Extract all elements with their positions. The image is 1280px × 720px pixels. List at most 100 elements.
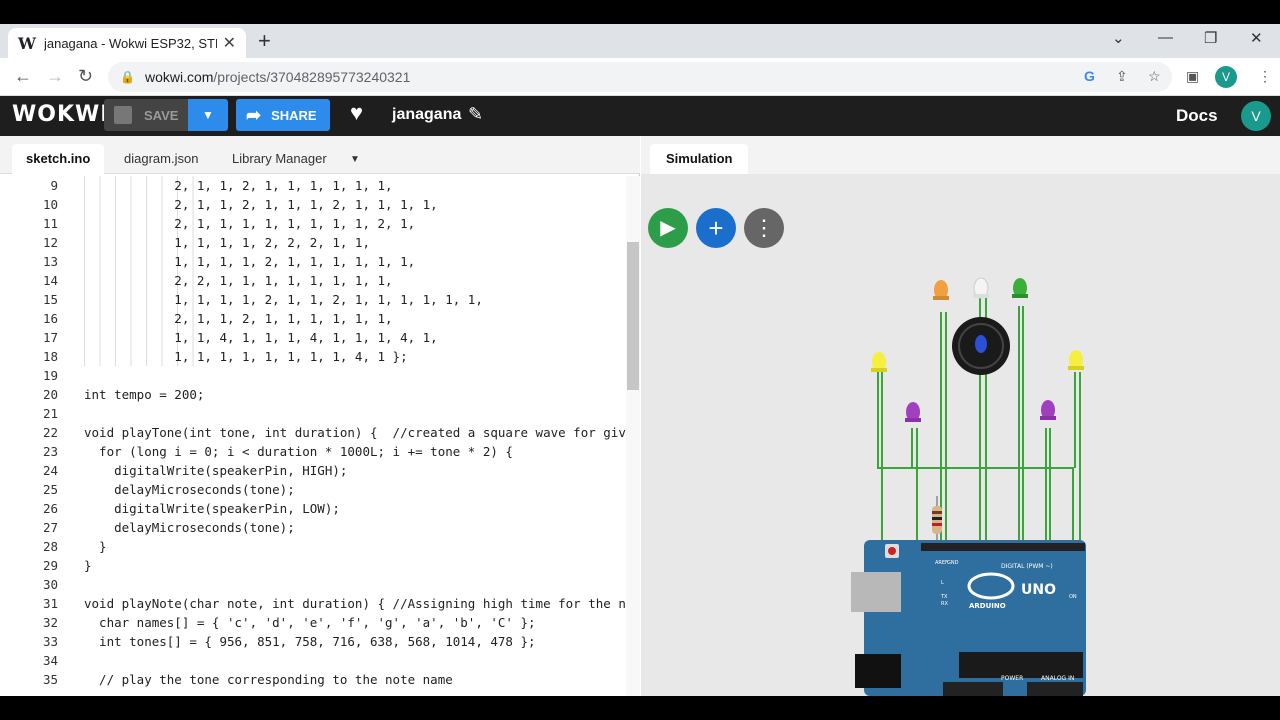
code-text[interactable]: int tempo = 200; bbox=[84, 385, 204, 404]
browser-tab[interactable]: W janagana - Wokwi ESP32, STM32 ✕ bbox=[8, 28, 246, 58]
code-text[interactable]: 2, 1, 1, 2, 1, 1, 1, 2, 1, 1, 1, 1, bbox=[84, 195, 437, 214]
url-bar[interactable]: 🔒 wokwi.com/projects/370482895773240321 bbox=[108, 62, 1172, 92]
code-line[interactable]: 15 1, 1, 1, 1, 2, 1, 1, 2, 1, 1, 1, 1, 1… bbox=[0, 290, 626, 309]
code-text[interactable]: 2, 1, 1, 2, 1, 1, 1, 1, 1, 1, bbox=[84, 176, 392, 195]
url-path: /projects/370482895773240321 bbox=[213, 69, 411, 85]
code-line[interactable]: 32 char names[] = { 'c', 'd', 'e', 'f', … bbox=[0, 613, 626, 632]
code-text[interactable]: 1, 1, 1, 1, 2, 2, 2, 1, 1, bbox=[84, 233, 370, 252]
line-number: 11 bbox=[42, 216, 58, 231]
share-page-icon[interactable]: ⇪ bbox=[1116, 68, 1128, 85]
minimize-icon[interactable]: — bbox=[1158, 29, 1173, 46]
code-line[interactable]: 18 1, 1, 1, 1, 1, 1, 1, 1, 4, 1 }; bbox=[0, 347, 626, 366]
google-icon[interactable]: G bbox=[1084, 68, 1095, 84]
code-text[interactable]: for (long i = 0; i < duration * 1000L; i… bbox=[84, 442, 513, 461]
code-line[interactable]: 25 delayMicroseconds(tone); bbox=[0, 480, 626, 499]
line-number: 15 bbox=[42, 292, 58, 307]
code-line[interactable]: 28 } bbox=[0, 537, 626, 556]
code-text[interactable]: void playTone(int tone, int duration) { … bbox=[84, 423, 626, 442]
code-line[interactable]: 23 for (long i = 0; i < duration * 1000L… bbox=[0, 442, 626, 461]
share-button[interactable]: ➦ SHARE bbox=[236, 99, 330, 131]
led-green[interactable] bbox=[1012, 278, 1028, 298]
code-text[interactable]: char names[] = { 'c', 'd', 'e', 'f', 'g'… bbox=[84, 613, 536, 632]
code-line[interactable]: 19 bbox=[0, 366, 626, 385]
code-line[interactable]: 27 delayMicroseconds(tone); bbox=[0, 518, 626, 537]
bookmark-star-icon[interactable]: ☆ bbox=[1148, 68, 1161, 85]
code-line[interactable]: 11 2, 1, 1, 1, 1, 1, 1, 1, 1, 2, 1, bbox=[0, 214, 626, 233]
code-text[interactable]: 2, 2, 1, 1, 1, 1, 1, 1, 1, 1, bbox=[84, 271, 392, 290]
restore-icon[interactable]: ❐ bbox=[1204, 29, 1217, 47]
led-orange[interactable] bbox=[933, 280, 949, 300]
close-window-icon[interactable]: ✕ bbox=[1250, 29, 1263, 47]
led-purple-right[interactable] bbox=[1040, 400, 1056, 420]
back-icon[interactable]: ← bbox=[14, 66, 32, 87]
code-line[interactable]: 9 2, 1, 1, 2, 1, 1, 1, 1, 1, 1, bbox=[0, 176, 626, 195]
browser-menu-icon[interactable]: ⋮ bbox=[1258, 68, 1272, 85]
code-text[interactable]: int tones[] = { 956, 851, 758, 716, 638,… bbox=[84, 632, 536, 651]
code-text[interactable]: void playNote(char note, int duration) {… bbox=[84, 594, 626, 613]
chevron-down-icon[interactable]: ▼ bbox=[350, 154, 360, 165]
close-tab-icon[interactable]: ✕ bbox=[223, 33, 236, 53]
line-number: 20 bbox=[42, 387, 58, 402]
code-text[interactable]: delayMicroseconds(tone); bbox=[84, 480, 295, 499]
led-purple-left[interactable] bbox=[905, 402, 921, 422]
code-line[interactable]: 24 digitalWrite(speakerPin, HIGH); bbox=[0, 461, 626, 480]
save-dropdown-button[interactable]: ▼ bbox=[188, 99, 228, 131]
code-text[interactable]: 2, 1, 1, 1, 1, 1, 1, 1, 1, 2, 1, bbox=[84, 214, 415, 233]
code-text[interactable]: 1, 1, 4, 1, 1, 1, 4, 1, 1, 1, 4, 1, bbox=[84, 328, 437, 347]
tab-library-manager[interactable]: Library Manager bbox=[218, 144, 341, 174]
code-line[interactable]: 12 1, 1, 1, 1, 2, 2, 2, 1, 1, bbox=[0, 233, 626, 252]
code-text[interactable]: 1, 1, 1, 1, 2, 1, 1, 1, 1, 1, 1, bbox=[84, 252, 415, 271]
code-line[interactable]: 30 bbox=[0, 575, 626, 594]
code-line[interactable]: 20 int tempo = 200; bbox=[0, 385, 626, 404]
tab-search-icon[interactable]: ⌄ bbox=[1112, 29, 1125, 47]
led-yellow-right[interactable] bbox=[1068, 350, 1084, 370]
code-editor[interactable]: 9 2, 1, 1, 2, 1, 1, 1, 1, 1, 1, 10 2, 1, … bbox=[0, 176, 626, 696]
line-number: 17 bbox=[42, 330, 58, 345]
editor-scrollbar-thumb[interactable] bbox=[627, 242, 639, 390]
code-line[interactable]: 31 void playNote(char note, int duration)… bbox=[0, 594, 626, 613]
new-tab-icon[interactable]: + bbox=[258, 28, 271, 54]
code-line[interactable]: 33 int tones[] = { 956, 851, 758, 716, 6… bbox=[0, 632, 626, 651]
led-blue[interactable] bbox=[975, 335, 987, 353]
heart-icon[interactable]: ♥ bbox=[350, 100, 363, 126]
code-text[interactable]: delayMicroseconds(tone); bbox=[84, 518, 295, 537]
tab-sketch-ino[interactable]: sketch.ino bbox=[12, 144, 105, 174]
user-avatar[interactable]: V bbox=[1241, 101, 1271, 131]
code-line[interactable]: 22 void playTone(int tone, int duration) … bbox=[0, 423, 626, 442]
code-line[interactable]: 14 2, 2, 1, 1, 1, 1, 1, 1, 1, 1, bbox=[0, 271, 626, 290]
code-line[interactable]: 34 bbox=[0, 651, 626, 670]
code-text[interactable]: digitalWrite(speakerPin, HIGH); bbox=[84, 461, 347, 480]
code-line[interactable]: 16 2, 1, 1, 2, 1, 1, 1, 1, 1, 1, bbox=[0, 309, 626, 328]
code-text[interactable]: 2, 1, 1, 2, 1, 1, 1, 1, 1, 1, bbox=[84, 309, 392, 328]
code-text[interactable]: 1, 1, 1, 1, 2, 1, 1, 2, 1, 1, 1, 1, 1, 1… bbox=[84, 290, 483, 309]
line-number: 32 bbox=[42, 615, 58, 630]
pencil-icon[interactable]: ✎ bbox=[468, 104, 483, 125]
wokwi-logo[interactable]: WOKWI bbox=[12, 102, 109, 127]
forward-icon[interactable]: → bbox=[46, 66, 64, 87]
code-text[interactable]: // play the tone corresponding to the no… bbox=[84, 670, 453, 689]
docs-link[interactable]: Docs bbox=[1176, 106, 1218, 126]
circuit-canvas[interactable]: DIGITAL (PWM ~) UNO ARDUINO POWER ANALOG… bbox=[641, 136, 1280, 696]
save-button[interactable]: SAVE bbox=[104, 99, 188, 131]
code-text[interactable]: digitalWrite(speakerPin, LOW); bbox=[84, 499, 340, 518]
arduino-uno-board[interactable]: DIGITAL (PWM ~) UNO ARDUINO POWER ANALOG… bbox=[851, 540, 1086, 696]
side-panel-icon[interactable]: ▣ bbox=[1186, 68, 1199, 85]
code-line[interactable]: 13 1, 1, 1, 1, 2, 1, 1, 1, 1, 1, 1, bbox=[0, 252, 626, 271]
board-tx-label: TX bbox=[940, 594, 948, 600]
board-l-label: L bbox=[941, 580, 944, 586]
code-text[interactable]: 1, 1, 1, 1, 1, 1, 1, 1, 4, 1 }; bbox=[84, 347, 407, 366]
simulation-pane: Simulation ▶ + ⋮ DIGITAL (PWM ~) UNO ARD… bbox=[641, 136, 1280, 696]
tab-diagram-json[interactable]: diagram.json bbox=[110, 144, 212, 174]
code-text[interactable]: } bbox=[84, 537, 107, 556]
code-line[interactable]: 17 1, 1, 4, 1, 1, 1, 4, 1, 1, 1, 4, 1, bbox=[0, 328, 626, 347]
code-line[interactable]: 29} bbox=[0, 556, 626, 575]
code-line[interactable]: 26 digitalWrite(speakerPin, LOW); bbox=[0, 499, 626, 518]
profile-avatar[interactable]: V bbox=[1215, 66, 1237, 88]
code-text[interactable]: } bbox=[84, 556, 92, 575]
reload-icon[interactable]: ↻ bbox=[78, 66, 93, 87]
code-line[interactable]: 35 // play the tone corresponding to the… bbox=[0, 670, 626, 689]
led-white[interactable] bbox=[973, 277, 989, 299]
code-line[interactable]: 10 2, 1, 1, 2, 1, 1, 1, 2, 1, 1, 1, 1, bbox=[0, 195, 626, 214]
code-line[interactable]: 21 bbox=[0, 404, 626, 423]
led-yellow-left[interactable] bbox=[871, 352, 887, 372]
